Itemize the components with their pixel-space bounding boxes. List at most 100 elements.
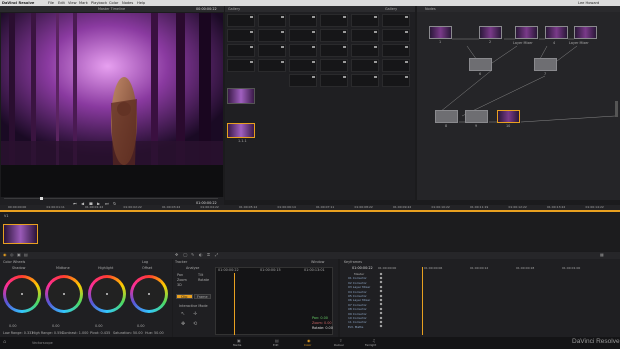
- scope-icon[interactable]: ▦: [600, 252, 604, 257]
- tracker-graph[interactable]: 01:00:00:22 01:00:00:15 01:00:13:01 Pan:…: [215, 267, 333, 335]
- gallery-slot[interactable]: [382, 29, 410, 42]
- gallery-slot[interactable]: [227, 59, 255, 72]
- keyframe-row[interactable]: 01 Corrector: [348, 276, 367, 280]
- node-4[interactable]: [545, 26, 568, 39]
- key-icon[interactable]: ⚿: [207, 252, 210, 257]
- node-10[interactable]: [497, 110, 520, 123]
- viewer[interactable]: [1, 13, 223, 198]
- color-wheels-icon[interactable]: ◉: [3, 252, 7, 257]
- gallery-slot[interactable]: [289, 74, 317, 87]
- keyframe-marker[interactable]: [379, 302, 383, 306]
- keyframe-row[interactable]: Ext. Matte: [348, 325, 363, 329]
- page-edit[interactable]: ▤ Edit: [268, 338, 288, 348]
- highlight-wheel[interactable]: [88, 275, 126, 313]
- keyframe-marker[interactable]: [379, 280, 383, 284]
- gallery-slot[interactable]: [382, 59, 410, 72]
- gallery-slot[interactable]: [227, 14, 255, 27]
- keyframes-title[interactable]: Keyframes: [344, 260, 362, 264]
- contrast[interactable]: Contrast: 1.000: [62, 331, 88, 335]
- gallery-slot[interactable]: [320, 74, 348, 87]
- gallery-slot[interactable]: [382, 14, 410, 27]
- gallery-slot[interactable]: [382, 44, 410, 57]
- curves-icon[interactable]: ◎: [10, 252, 14, 257]
- keyframe-marker[interactable]: [379, 316, 383, 320]
- keyframe-row[interactable]: 10 Corrector: [348, 316, 367, 320]
- pointer-icon[interactable]: ↖: [181, 311, 185, 317]
- node-5[interactable]: [574, 26, 597, 39]
- midtone-wheel[interactable]: [45, 275, 83, 313]
- gallery-slot[interactable]: [289, 44, 317, 57]
- gallery-slot[interactable]: [320, 29, 348, 42]
- saturation[interactable]: Saturation: 50.00: [113, 331, 143, 335]
- shadow-wheel[interactable]: [3, 275, 41, 313]
- clip-button[interactable]: Clip: [176, 294, 193, 299]
- node-1[interactable]: [429, 26, 452, 39]
- keyframe-row[interactable]: Master: [354, 272, 364, 276]
- pivot[interactable]: Pivot: 0.435: [90, 331, 110, 335]
- page-color[interactable]: ◉ Color: [300, 338, 320, 348]
- timeline-ruler[interactable]: 00:00:00:00 01:00:01:11 01:00:01:22 01:00:0…: [0, 205, 620, 212]
- gallery-still[interactable]: [227, 88, 255, 104]
- gallery-slot[interactable]: [258, 44, 286, 57]
- move-icon[interactable]: ✥: [181, 321, 185, 327]
- check-pan[interactable]: Pan: [177, 273, 183, 277]
- keyframe-row[interactable]: 08 Corrector: [348, 307, 367, 311]
- keyframe-marker[interactable]: [379, 307, 383, 311]
- tracker-title[interactable]: Tracker: [175, 260, 187, 264]
- gallery-slot[interactable]: [258, 29, 286, 42]
- gallery-slot[interactable]: [289, 29, 317, 42]
- gallery-slot[interactable]: [351, 74, 379, 87]
- page-media[interactable]: ▣ Media: [230, 338, 250, 348]
- keyframe-marker[interactable]: [379, 294, 383, 298]
- gallery-slot[interactable]: [289, 14, 317, 27]
- node-6[interactable]: [469, 58, 492, 71]
- keyframe-marker[interactable]: [379, 289, 383, 293]
- gallery-slot[interactable]: [320, 59, 348, 72]
- check-tilt[interactable]: Tilt: [198, 273, 203, 277]
- gallery-slot[interactable]: [227, 44, 255, 57]
- gallery-slot[interactable]: [351, 59, 379, 72]
- gallery-slot[interactable]: [351, 14, 379, 27]
- low-range[interactable]: Low Range: 0.333: [3, 331, 33, 335]
- gallery-slot[interactable]: [289, 59, 317, 72]
- color-wheels-mode[interactable]: Log: [142, 260, 148, 264]
- scrub-handle[interactable]: [40, 197, 43, 200]
- reset-icon[interactable]: ⟲: [193, 321, 197, 327]
- qualifier-icon[interactable]: ✎: [191, 252, 194, 257]
- clip-thumbnail[interactable]: [3, 224, 38, 244]
- viewer-title[interactable]: Master Timeline: [98, 7, 125, 11]
- tracker-window[interactable]: Window: [311, 260, 324, 264]
- gallery-slot[interactable]: [351, 29, 379, 42]
- keyframe-marker[interactable]: [379, 324, 383, 328]
- gallery-title[interactable]: Gallery: [228, 7, 240, 11]
- page-deliver[interactable]: ⇪ Deliver: [332, 338, 352, 348]
- check-zoom[interactable]: Zoom: [177, 278, 187, 282]
- keyframe-marker[interactable]: [379, 276, 383, 280]
- keyframe-row[interactable]: 02 Corrector: [348, 281, 367, 285]
- keyframe-marker[interactable]: [379, 320, 383, 324]
- tracker-tool-icon[interactable]: ✥: [175, 252, 178, 257]
- keyframe-row[interactable]: 07 Corrector: [348, 303, 367, 307]
- keyframe-row[interactable]: 09 Corrector: [348, 312, 367, 316]
- keyframe-marker[interactable]: [379, 298, 383, 302]
- project-icon[interactable]: ⌂: [3, 339, 6, 345]
- crosshair-icon[interactable]: ✛: [193, 311, 197, 317]
- offset-wheel[interactable]: [130, 275, 168, 313]
- gallery-slot[interactable]: [258, 14, 286, 27]
- frame-button[interactable]: Frame: [194, 294, 211, 299]
- sizing-icon[interactable]: ⤢: [215, 252, 218, 257]
- scrub-bar[interactable]: [4, 198, 218, 199]
- gallery-slot[interactable]: [351, 44, 379, 57]
- gallery-slot[interactable]: [320, 44, 348, 57]
- page-fairlight[interactable]: ♫ Fairlight: [364, 338, 386, 348]
- node-output[interactable]: [615, 101, 618, 117]
- node-9[interactable]: [465, 110, 488, 123]
- node-3[interactable]: [515, 26, 538, 39]
- gallery-slot[interactable]: [227, 29, 255, 42]
- node-7[interactable]: [534, 58, 557, 71]
- gallery-slot[interactable]: [382, 74, 410, 87]
- keyframe-marker[interactable]: [379, 285, 383, 289]
- keyframe-row[interactable]: 05 Corrector: [348, 294, 367, 298]
- interactive-mode[interactable]: Interactive Mode: [179, 304, 208, 308]
- keyframe-row[interactable]: 03 Layer Mixer: [348, 285, 370, 289]
